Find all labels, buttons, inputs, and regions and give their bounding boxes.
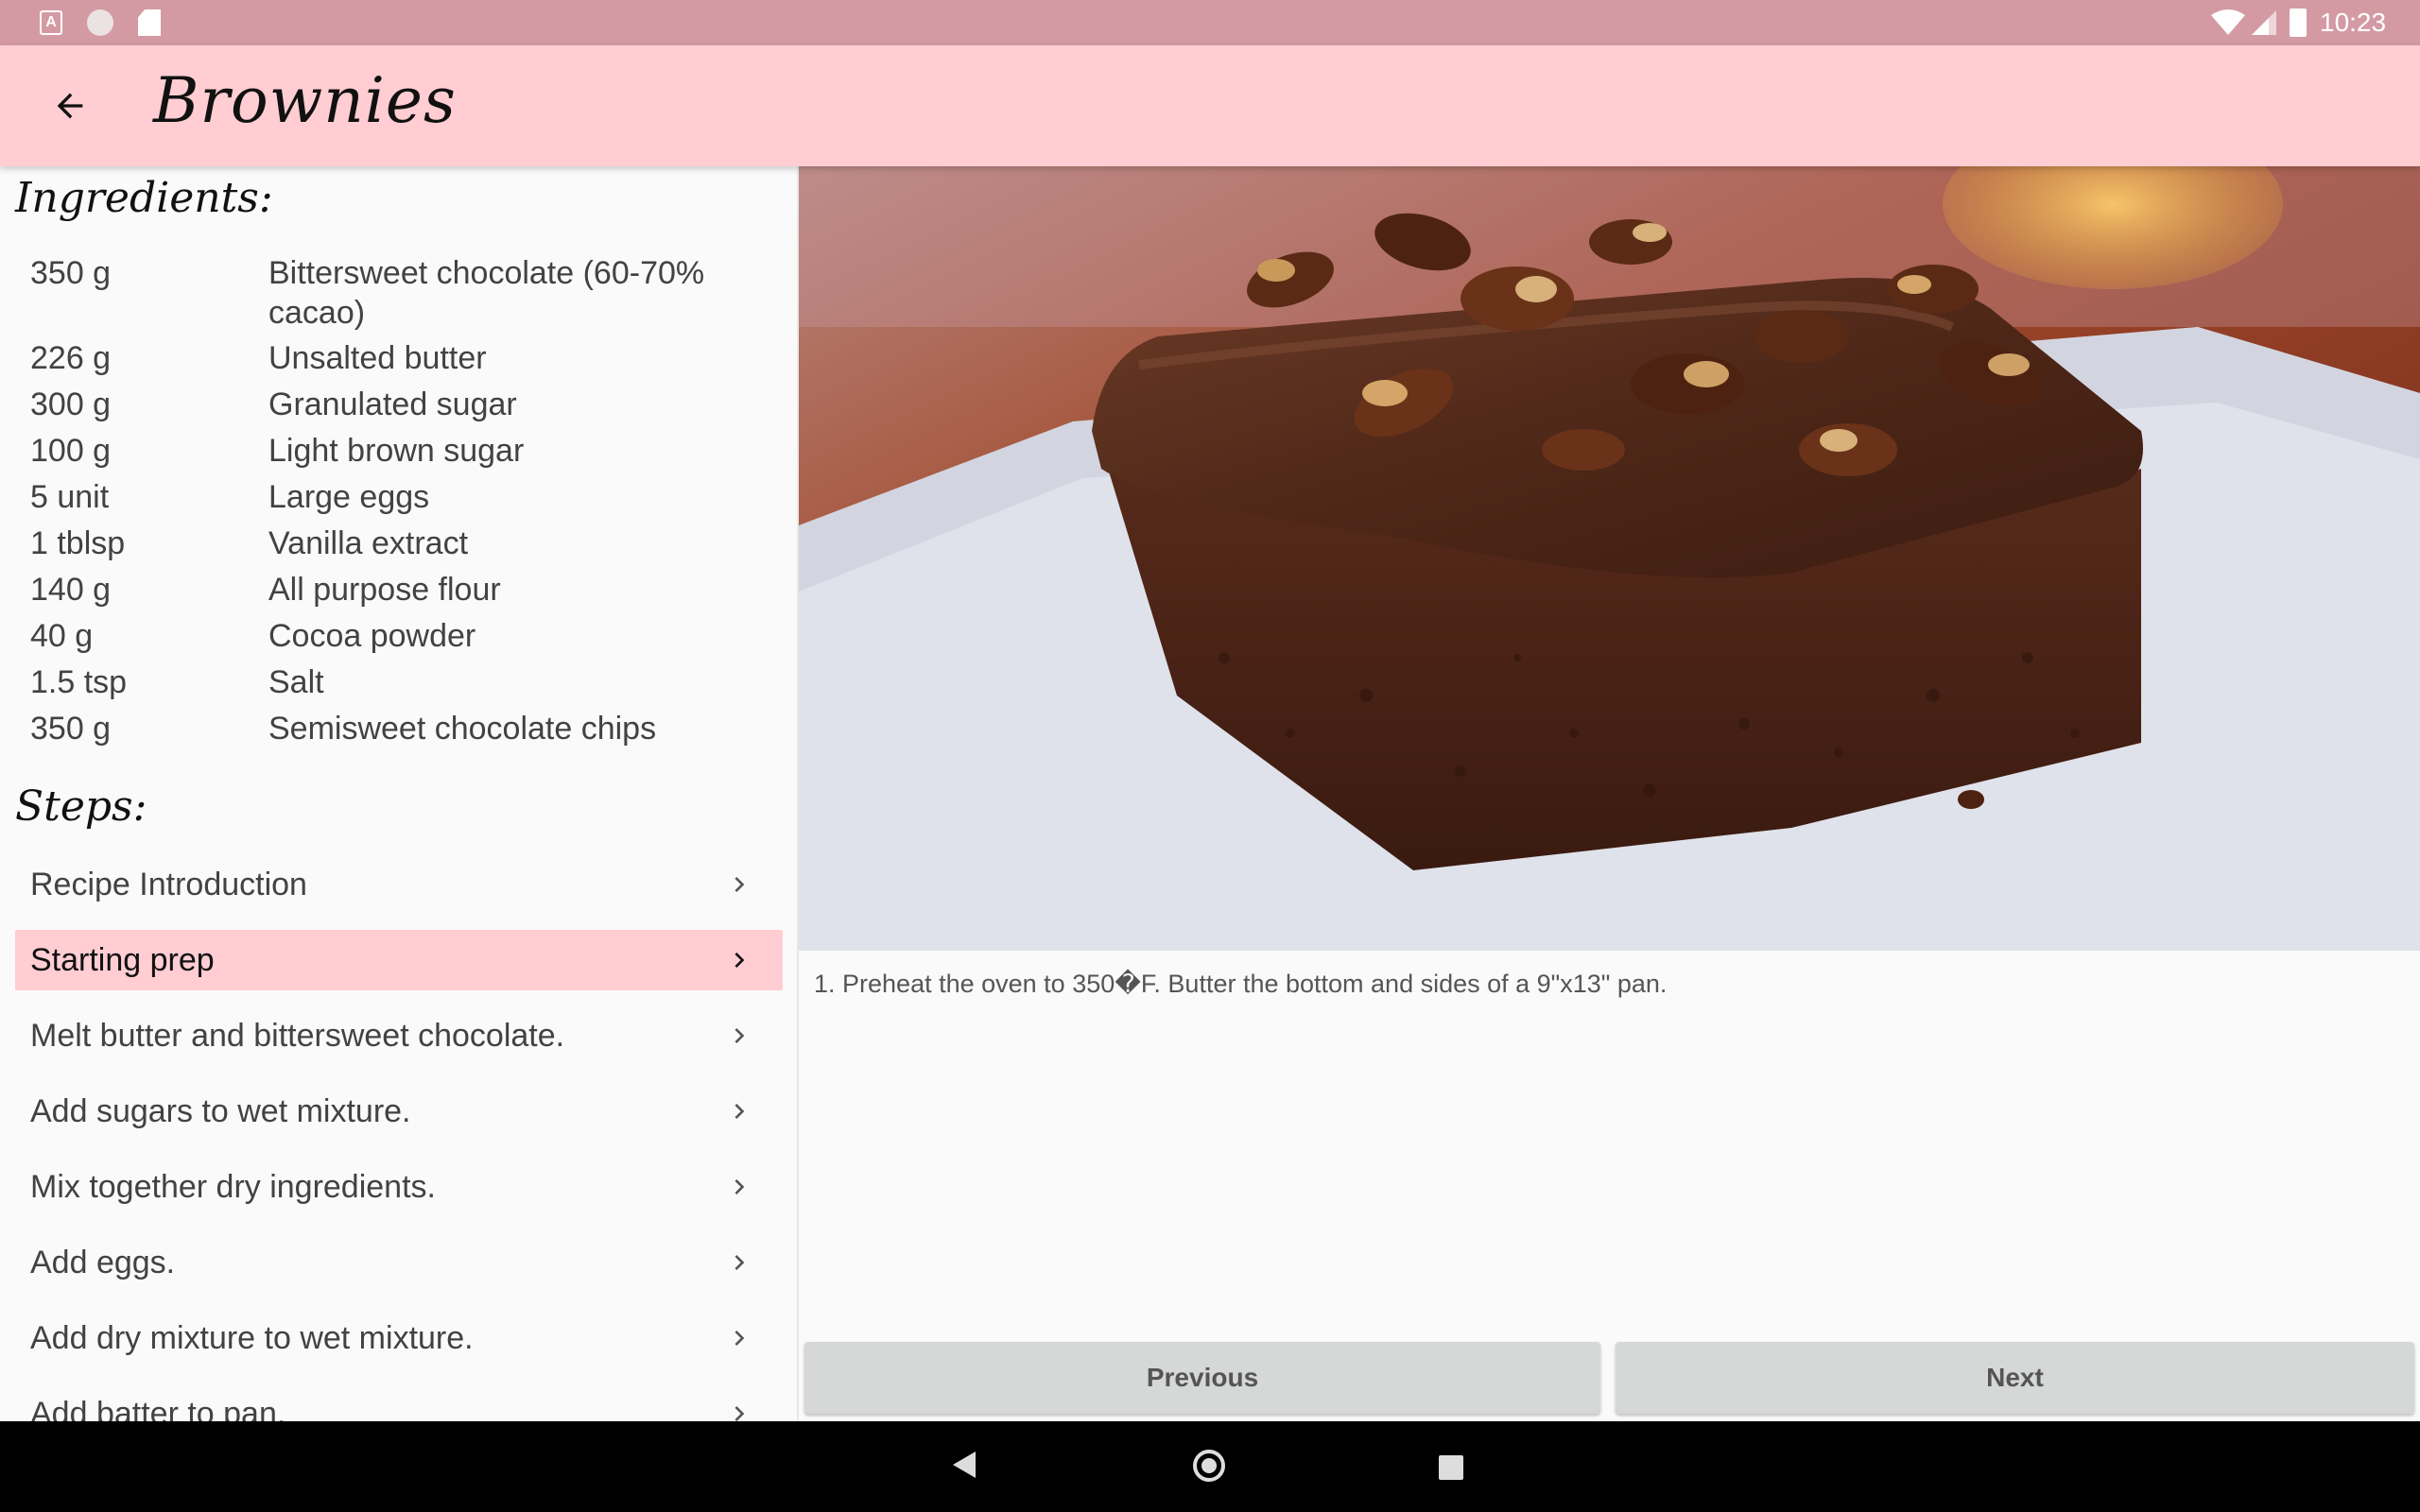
chevron-right-icon <box>735 1255 745 1270</box>
step-label: Recipe Introduction <box>30 867 307 902</box>
step-item[interactable]: Mix together dry ingredients. <box>15 1157 783 1217</box>
ingredient-quantity: 40 g <box>30 618 94 654</box>
step-item[interactable]: Add batter to pan. <box>15 1383 783 1421</box>
nav-back-icon[interactable] <box>953 1452 976 1478</box>
nav-home-icon[interactable] <box>1193 1450 1225 1482</box>
chevron-right-icon <box>735 1028 745 1043</box>
ingredient-quantity: 1.5 tsp <box>30 664 128 700</box>
ingredient-name: All purpose flour <box>268 572 501 608</box>
chevron-right-icon <box>735 1179 745 1194</box>
next-button[interactable]: Next <box>1616 1342 2414 1414</box>
steps-heading: Steps: <box>15 782 147 831</box>
step-label: Mix together dry ingredients. <box>30 1169 436 1205</box>
system-navigation-bar <box>0 1421 2420 1512</box>
chevron-right-icon <box>735 1331 745 1346</box>
step-item[interactable]: Recipe Introduction <box>15 854 783 915</box>
ingredients-heading: Ingredients: <box>15 174 273 222</box>
step-item[interactable]: Add eggs. <box>15 1232 783 1293</box>
step-item[interactable]: Add dry mixture to wet mixture. <box>15 1308 783 1368</box>
step-item-selected[interactable]: Starting prep <box>15 930 783 990</box>
ingredient-name: Unsalted butter <box>268 340 487 376</box>
ingredient-name: Large eggs <box>268 479 430 515</box>
ingredient-quantity: 350 g <box>30 711 112 747</box>
arrow-back-icon <box>57 93 83 119</box>
step-label: Melt butter and bittersweet chocolate. <box>30 1018 565 1054</box>
chevron-right-icon <box>735 877 745 892</box>
ingredient-quantity: 5 unit <box>30 479 110 515</box>
sd-card-icon <box>138 9 161 36</box>
ingredient-name: Granulated sugar <box>268 387 517 422</box>
back-button[interactable] <box>38 74 102 138</box>
step-item[interactable]: Melt butter and bittersweet chocolate. <box>15 1005 783 1066</box>
clock: 10:23 <box>2320 8 2387 37</box>
recipe-step-image <box>799 166 2420 951</box>
battery-icon <box>2290 9 2307 37</box>
cell-signal-icon <box>2252 10 2276 35</box>
step-item[interactable]: Add sugars to wet mixture. <box>15 1081 783 1142</box>
ingredient-quantity: 350 g <box>30 255 112 291</box>
nav-recents-icon[interactable] <box>1439 1455 1463 1480</box>
step-label: Starting prep <box>30 942 215 978</box>
ingredient-name: Vanilla extract <box>268 525 469 561</box>
ingredient-name: Light brown sugar <box>268 433 525 469</box>
previous-button[interactable]: Previous <box>804 1342 1600 1414</box>
ingredient-quantity: 300 g <box>30 387 112 422</box>
status-bar: A 10:23 <box>0 0 2420 45</box>
step-description: 1. Preheat the oven to 350�F. Butter the… <box>814 970 1668 998</box>
app-bar: Brownies <box>0 45 2420 166</box>
page-title: Brownies <box>153 64 457 137</box>
ingredient-quantity: 226 g <box>30 340 112 376</box>
step-label: Add sugars to wet mixture. <box>30 1093 411 1129</box>
ingredient-name: Bittersweet chocolate (60-70% cacao) <box>268 255 705 331</box>
step-label: Add batter to pan. <box>30 1396 286 1421</box>
ingredient-name: Semisweet chocolate chips <box>268 711 657 747</box>
chevron-right-icon <box>735 953 745 968</box>
ingredient-quantity: 1 tblsp <box>30 525 126 561</box>
ingredient-name: Cocoa powder <box>268 618 476 654</box>
chevron-right-icon <box>735 1406 745 1421</box>
step-label: Add dry mixture to wet mixture. <box>30 1320 474 1356</box>
ingredient-quantity: 140 g <box>30 572 112 608</box>
chevron-right-icon <box>735 1104 745 1119</box>
circle-notification-icon <box>87 9 113 36</box>
ingredient-name: Salt <box>268 664 324 700</box>
wifi-icon <box>2211 9 2245 35</box>
a-notification-icon: A <box>40 10 62 35</box>
ingredient-quantity: 100 g <box>30 433 112 469</box>
step-label: Add eggs. <box>30 1245 176 1280</box>
recipe-sidebar[interactable]: Ingredients: 350 g Bittersweet chocolate… <box>0 166 797 1421</box>
